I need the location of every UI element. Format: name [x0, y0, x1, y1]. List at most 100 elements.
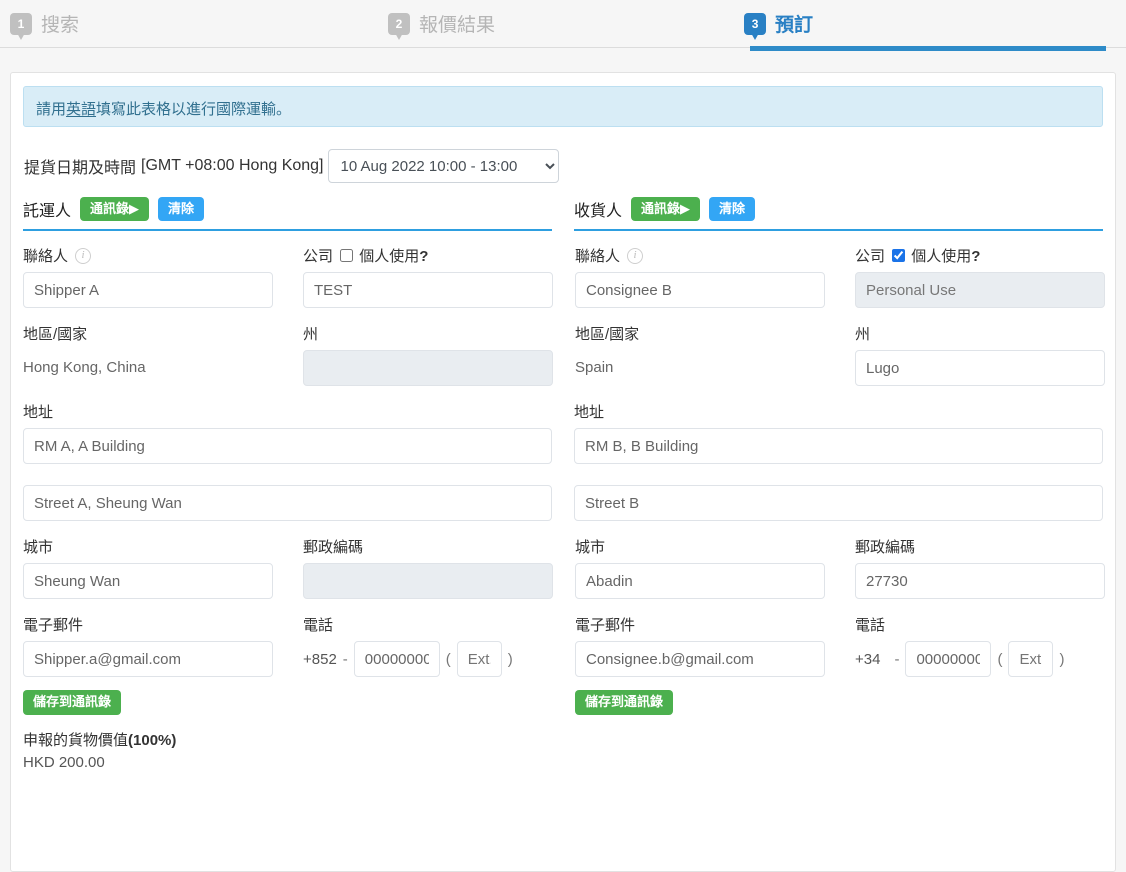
shipper-city-input[interactable]: [23, 563, 273, 600]
shipper-address-block: 地址: [23, 401, 552, 522]
consignee-personal-use-label: 個人使用: [911, 248, 972, 266]
shipper-save-to-address-book-button[interactable]: 儲存到通訊錄: [23, 690, 122, 715]
info-icon[interactable]: i: [75, 247, 92, 264]
consignee-address-line2-input[interactable]: [574, 485, 1103, 522]
notice-suffix: 填寫此表格以進行國際運輸。: [96, 101, 292, 118]
consignee-email-phone: 電子郵件 電話 +34 - ( ) 儲存到通訊錄: [575, 614, 1105, 770]
shipper-region-label: 地區/國家: [23, 326, 88, 344]
consignee-city-postal: 城市 郵政編碼: [575, 536, 1105, 600]
notice-language-link[interactable]: 英語: [66, 101, 96, 118]
consignee-postal-input[interactable]: [855, 563, 1105, 600]
consignee-phone-input[interactable]: [905, 641, 992, 678]
consignee-personal-use-mark: ?: [971, 248, 981, 266]
consignee-phone-group: +34 - ( ): [855, 641, 1105, 678]
consignee-region-label: 地區/國家: [575, 326, 640, 344]
shipper-city-postal: 城市 郵政編碼: [23, 536, 553, 600]
consignee-phone-ext-input[interactable]: [1008, 641, 1054, 678]
shipper-company-input[interactable]: [303, 272, 553, 309]
shipper-region-value: Hong Kong, China: [23, 359, 146, 377]
consignee-personal-use-group[interactable]: 個人使用?: [892, 245, 980, 266]
step-number-badge: 2: [388, 12, 411, 35]
shipper-phone-label: 電話: [303, 617, 334, 635]
pickup-timezone: [GMT +08:00 Hong Kong]: [141, 157, 324, 174]
shipper-phone-ext-input[interactable]: [456, 641, 502, 678]
shipper-header-col: 託運人 通訊錄▶ 清除: [23, 183, 552, 232]
shipper-address-book-label: 通訊錄: [90, 201, 130, 216]
consignee-city-input[interactable]: [575, 563, 825, 600]
consignee-country-code: +34: [855, 650, 881, 668]
consignee-company-input: [855, 272, 1105, 309]
consignee-header-underline: [574, 229, 1103, 232]
shipper-email-phone: 電子郵件 電話 +852 - ( ) 儲存到通訊錄 申報: [23, 614, 553, 771]
step-label-quote-results: 報價結果: [419, 15, 496, 36]
phone-dash-separator: -: [894, 650, 900, 668]
shipper-header-underline: [23, 229, 552, 232]
step-active-progress-bar: [750, 46, 1106, 51]
pickup-datetime-row: 提貨日期及時間 [GMT +08:00 Hong Kong] 10 Aug 20…: [23, 149, 1103, 183]
declared-value-label: 申報的貨物價值(100%): [23, 729, 553, 750]
consignee-state-label: 州: [855, 326, 871, 344]
consignee-title: 收貨人: [574, 203, 623, 221]
booking-form-card: 請用英語填寫此表格以進行國際運輸。 提貨日期及時間 [GMT +08:00 Ho…: [10, 72, 1116, 872]
address-row: 地址 地址: [23, 401, 1103, 522]
shipper-state-label: 州: [303, 326, 319, 344]
shipper-company-label-text: 公司: [303, 248, 334, 266]
shipper-address-line2-input[interactable]: [23, 485, 552, 522]
consignee-company-label-text: 公司: [855, 248, 886, 266]
consignee-contact-input[interactable]: [575, 272, 825, 309]
consignee-address-book-label: 通訊錄: [641, 201, 681, 216]
consignee-address-line1-input[interactable]: [574, 428, 1103, 465]
shipper-personal-use-checkbox[interactable]: [340, 249, 354, 263]
consignee-clear-button[interactable]: 清除: [709, 197, 756, 222]
phone-paren-open: (: [997, 650, 1003, 668]
shipper-contact-label: 聯絡人 i: [23, 245, 273, 266]
step-label-booking: 預訂: [775, 15, 814, 36]
step-item-booking[interactable]: 3 預訂: [744, 0, 813, 37]
consignee-city-label: 城市: [575, 539, 606, 557]
consignee-email-input[interactable]: [575, 641, 825, 678]
shipper-country-code: +852: [303, 650, 337, 668]
info-icon[interactable]: i: [627, 247, 644, 264]
shipper-address-book-button[interactable]: 通訊錄▶: [80, 197, 150, 222]
consignee-address-book-button[interactable]: 通訊錄▶: [631, 197, 701, 222]
consignee-address-label: 地址: [574, 404, 605, 422]
shipper-contact-label-text: 聯絡人: [23, 248, 69, 266]
shipper-title: 託運人: [23, 203, 72, 221]
step-item-search[interactable]: 1 搜索: [10, 0, 79, 37]
consignee-contact-label: 聯絡人 i: [575, 245, 825, 266]
shipper-email-input[interactable]: [23, 641, 273, 678]
shipper-email-label: 電子郵件: [23, 617, 84, 635]
consignee-email-label: 電子郵件: [575, 617, 636, 635]
shipper-personal-use-group[interactable]: 個人使用?: [340, 245, 428, 266]
shipper-phone-input[interactable]: [353, 641, 440, 678]
consignee-address-block: 地址: [574, 401, 1103, 522]
language-notice-banner: 請用英語填寫此表格以進行國際運輸。: [23, 86, 1103, 127]
shipper-contact-input[interactable]: [23, 272, 273, 309]
shipper-address-line1-input[interactable]: [23, 428, 552, 465]
consignee-state-input[interactable]: [855, 350, 1105, 387]
shipper-personal-use-mark: ?: [419, 248, 429, 266]
phone-paren-close: ): [507, 650, 513, 668]
caret-right-icon: ▶: [129, 201, 140, 216]
shipper-company-label: 公司 個人使用?: [303, 245, 553, 266]
party-headers-row: 託運人 通訊錄▶ 清除 收貨人 通訊錄▶ 清除: [23, 183, 1103, 232]
shipper-postal-label: 郵政編碼: [303, 539, 364, 557]
contact-company-row: 聯絡人 i 公司 個人使用?: [23, 245, 1105, 309]
shipper-personal-use-label: 個人使用: [359, 248, 420, 266]
region-state-row: 地區/國家 Hong Kong, China 州 地區/國家 Spain 州: [23, 323, 1105, 387]
shipper-region-state: 地區/國家 Hong Kong, China 州: [23, 323, 553, 387]
caret-right-icon: ▶: [680, 201, 691, 216]
declared-value-label-text: 申報的貨物價值: [23, 731, 129, 749]
shipper-city-label: 城市: [23, 539, 54, 557]
declared-value-amount: HKD 200.00: [23, 753, 105, 771]
consignee-phone-label: 電話: [855, 617, 886, 635]
consignee-save-to-address-book-button[interactable]: 儲存到通訊錄: [575, 690, 674, 715]
pickup-label: 提貨日期及時間: [24, 160, 137, 177]
shipper-contact-company: 聯絡人 i 公司 個人使用?: [23, 245, 553, 309]
pickup-datetime-select[interactable]: 10 Aug 2022 10:00 - 13:00: [327, 149, 559, 183]
step-number-badge: 1: [10, 12, 32, 35]
shipper-clear-button[interactable]: 清除: [158, 197, 205, 222]
consignee-header-col: 收貨人 通訊錄▶ 清除: [574, 183, 1103, 232]
step-item-quote-results[interactable]: 2 報價結果: [388, 0, 495, 37]
consignee-personal-use-checkbox[interactable]: [892, 249, 906, 263]
